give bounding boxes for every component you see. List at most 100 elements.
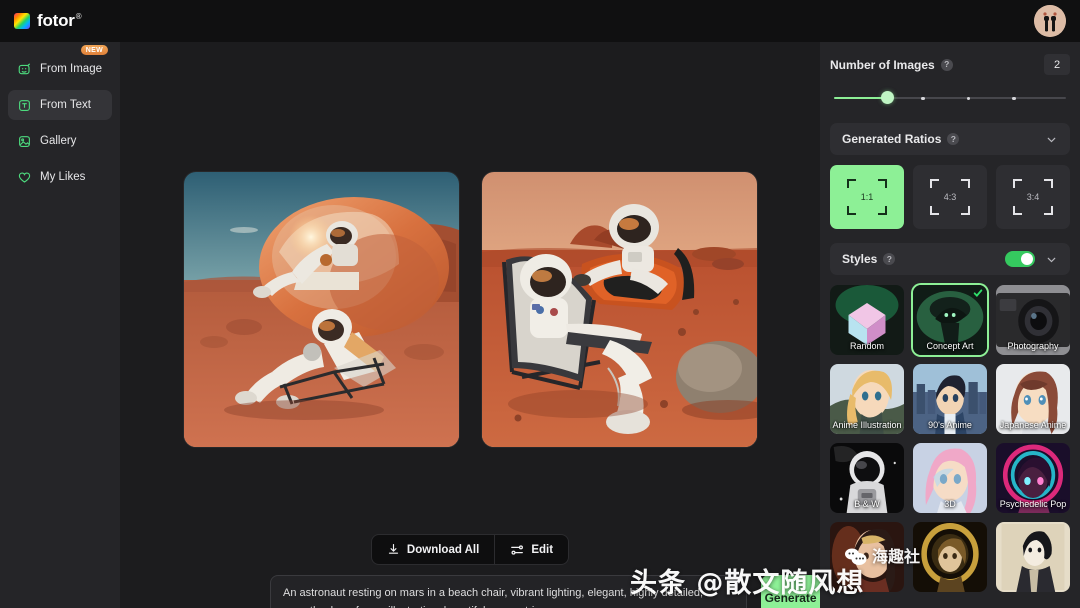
top-bar: fotor® [0, 0, 1080, 42]
style-name: B & W [854, 498, 880, 509]
generated-ratios-header[interactable]: Generated Ratios ? [830, 123, 1070, 155]
prompt-row: An astronaut resting on mars in a beach … [270, 575, 820, 608]
sidebar-item-label: From Image [40, 63, 102, 75]
generated-ratios-label: Generated Ratios [842, 132, 942, 146]
fotor-logo-icon [14, 13, 30, 29]
new-badge: NEW [80, 45, 108, 55]
style-card-random[interactable]: Random [830, 285, 904, 355]
style-name: Photography [1007, 340, 1059, 351]
sidebar-item-gallery[interactable]: Gallery [8, 126, 112, 156]
generate-button[interactable]: Generate [761, 575, 820, 608]
ratio-option-1-1[interactable]: 1:1 [830, 165, 904, 229]
help-icon[interactable]: ? [883, 253, 896, 265]
brand-label: fotor [37, 11, 75, 30]
brand-logo[interactable]: fotor® [14, 11, 82, 31]
style-card-10[interactable] [830, 522, 904, 592]
generated-images [120, 172, 820, 447]
registered-mark: ® [75, 12, 82, 22]
chevron-down-icon[interactable] [1045, 133, 1058, 146]
image-ai-icon [16, 61, 32, 77]
number-of-images-row: Number of Images ? 2 [830, 54, 1070, 75]
image-actions: Download All Edit [120, 534, 820, 565]
style-card-psychedelic-pop[interactable]: Psychedelic Pop [996, 443, 1070, 513]
style-card-3d[interactable]: 3D [913, 443, 987, 513]
slider-tick [1012, 96, 1016, 100]
styles-label: Styles [842, 252, 878, 266]
ratio-option-3-4[interactable]: 3:4 [996, 165, 1070, 229]
heart-icon [16, 169, 32, 185]
download-all-button[interactable]: Download All [372, 535, 494, 564]
style-card-concept-art[interactable]: Concept Art [913, 285, 987, 355]
sidebar-item-label: From Text [40, 99, 91, 111]
canvas-area: Download All Edit An astronaut resting o… [120, 42, 820, 608]
style-card-12[interactable] [996, 522, 1070, 592]
brand-name: fotor® [37, 11, 82, 31]
frame-icon: 3:4 [1013, 179, 1053, 215]
edit-button[interactable]: Edit [494, 535, 568, 564]
style-name: Concept Art [926, 340, 974, 351]
prompt-input[interactable]: An astronaut resting on mars in a beach … [270, 575, 748, 608]
sidebar: From Image NEW From Text Gallery My Like… [0, 42, 120, 608]
style-card-90s-anime[interactable]: 90's Anime [913, 364, 987, 434]
chevron-down-icon[interactable] [1045, 253, 1058, 266]
styles-grid: Random Concept Art Photography Anime Ill… [830, 285, 1070, 592]
style-card-bw[interactable]: B & W [830, 443, 904, 513]
text-box-icon [16, 97, 32, 113]
slider-thumb[interactable] [880, 91, 894, 104]
style-name: 3D [944, 498, 956, 509]
number-of-images-slider[interactable] [830, 87, 1070, 109]
toggle-knob [1021, 253, 1033, 265]
slider-tick [921, 96, 925, 100]
style-card-11[interactable] [913, 522, 987, 592]
number-of-images-label-group: Number of Images ? [830, 58, 953, 72]
avatar[interactable] [1034, 5, 1066, 37]
style-name: Japanese Anime [999, 419, 1067, 430]
number-of-images-value: 2 [1044, 54, 1070, 75]
action-button-group: Download All Edit [370, 534, 570, 565]
styles-header[interactable]: Styles ? [830, 243, 1070, 275]
generated-image-1[interactable] [183, 172, 459, 447]
styles-toggle[interactable] [1005, 251, 1035, 267]
user-avatar-icon [1034, 5, 1066, 37]
download-all-label: Download All [406, 543, 480, 556]
edit-label: Edit [531, 543, 554, 556]
fotor-ai-image-generator: fotor® From Image NEW From Text Gallery … [0, 0, 1080, 608]
style-card-anime-illustration[interactable]: Anime Illustration [830, 364, 904, 434]
ratio-label: 3:4 [1026, 192, 1040, 202]
style-card-japanese-anime[interactable]: Japanese Anime [996, 364, 1070, 434]
gallery-icon [16, 133, 32, 149]
settings-panel: Number of Images ? 2 Generated Ratios ? [820, 42, 1080, 608]
style-name: Random [849, 340, 885, 351]
style-name: 90's Anime [928, 419, 972, 430]
slider-fill [834, 97, 887, 99]
generated-ratios-label-group: Generated Ratios ? [842, 132, 960, 146]
styles-controls [1005, 251, 1058, 267]
sidebar-item-from-image[interactable]: From Image NEW [8, 45, 112, 84]
style-name: Anime Illustration [832, 419, 902, 430]
ratio-label: 1:1 [860, 192, 874, 202]
frame-icon: 1:1 [847, 179, 887, 215]
ratio-options: 1:1 4:3 3:4 [830, 165, 1070, 229]
help-icon[interactable]: ? [947, 133, 960, 145]
help-icon[interactable]: ? [940, 58, 953, 71]
generated-image-2[interactable] [481, 172, 757, 447]
style-card-photography[interactable]: Photography [996, 285, 1070, 355]
ratio-option-4-3[interactable]: 4:3 [913, 165, 987, 229]
sidebar-item-my-likes[interactable]: My Likes [8, 162, 112, 192]
style-thumb-12 [996, 522, 1070, 592]
style-name: Psychedelic Pop [999, 498, 1067, 509]
ratio-label: 4:3 [943, 192, 957, 202]
styles-label-group: Styles ? [842, 252, 896, 266]
style-thumb-10 [830, 522, 904, 592]
frame-icon: 4:3 [930, 179, 970, 215]
sidebar-item-from-text[interactable]: From Text [8, 90, 112, 120]
sliders-icon [511, 544, 524, 555]
sidebar-item-label: Gallery [40, 135, 77, 147]
selected-check-icon [972, 287, 984, 299]
slider-tick [966, 96, 971, 100]
download-icon [388, 544, 399, 554]
style-thumb-11 [913, 522, 987, 592]
number-of-images-label: Number of Images [830, 57, 935, 72]
main-body: From Image NEW From Text Gallery My Like… [0, 42, 1080, 608]
sidebar-item-label: My Likes [40, 171, 86, 183]
